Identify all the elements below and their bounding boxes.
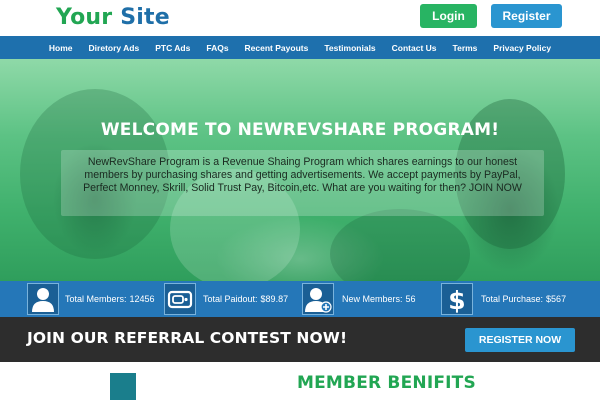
svg-text:$: $ <box>448 286 465 314</box>
dollar-icon: $ <box>441 283 473 315</box>
stat-label: Total Members: <box>65 294 127 304</box>
member-benefits-section: MEMBER BENIFITS <box>0 362 600 400</box>
nav-item-directory-ads[interactable]: Diretory Ads <box>81 43 148 53</box>
site-logo[interactable]: Your Site <box>56 5 170 30</box>
logo-text-your: Your <box>56 5 121 30</box>
stats-bar: Total Members: 12456 Total Paidout: $89.87… <box>0 281 600 317</box>
user-add-icon <box>302 283 334 315</box>
nav-item-privacy-policy[interactable]: Privacy Policy <box>485 43 559 53</box>
stat-new-members: New Members: 56 <box>342 294 416 304</box>
stat-total-paidout: Total Paidout: $89.87 <box>203 294 288 304</box>
hero-description-box: NewRevShare Program is a Revenue Shaing … <box>61 150 544 216</box>
stat-label: Total Paidout: <box>203 294 258 304</box>
nav-item-recent-payouts[interactable]: Recent Payouts <box>237 43 317 53</box>
wallet-icon <box>164 283 196 315</box>
nav-item-ptc-ads[interactable]: PTC Ads <box>147 43 198 53</box>
register-button[interactable]: Register <box>491 4 562 28</box>
logo-text-site: Site <box>120 5 170 30</box>
contest-title: JOIN OUR REFERRAL CONTEST NOW! <box>27 329 348 347</box>
hero-photo-figure <box>330 209 470 281</box>
stat-total-members: Total Members: 12456 <box>65 294 155 304</box>
hero-banner: WELCOME TO NEWREVSHARE PROGRAM! NewRevSh… <box>0 59 600 281</box>
nav-item-testimonials[interactable]: Testimonials <box>316 43 383 53</box>
stat-value: 56 <box>405 294 416 304</box>
user-icon <box>27 283 59 315</box>
hero-title: WELCOME TO NEWREVSHARE PROGRAM! <box>100 120 500 140</box>
nav-item-terms[interactable]: Terms <box>445 43 486 53</box>
stat-label: Total Purchase: <box>481 294 544 304</box>
nav-item-contact-us[interactable]: Contact Us <box>384 43 445 53</box>
stat-value: 12456 <box>129 294 155 304</box>
benefits-title: MEMBER BENIFITS <box>297 373 476 393</box>
nav-item-faqs[interactable]: FAQs <box>198 43 236 53</box>
stat-value: $567 <box>546 294 567 304</box>
referral-contest-bar: JOIN OUR REFERRAL CONTEST NOW! REGISTER … <box>0 317 600 362</box>
benefits-image <box>110 373 136 400</box>
main-nav: Home Diretory Ads PTC Ads FAQs Recent Pa… <box>0 36 600 59</box>
hero-description: NewRevShare Program is a Revenue Shaing … <box>83 156 522 194</box>
stat-label: New Members: <box>342 294 403 304</box>
nav-item-home[interactable]: Home <box>41 43 81 53</box>
stat-total-purchase: Total Purchase: $567 <box>481 294 566 304</box>
login-button[interactable]: Login <box>420 4 477 28</box>
register-now-button[interactable]: REGISTER NOW <box>465 328 575 352</box>
stat-value: $89.87 <box>260 294 289 304</box>
site-header: Your Site Login Register <box>0 0 600 36</box>
